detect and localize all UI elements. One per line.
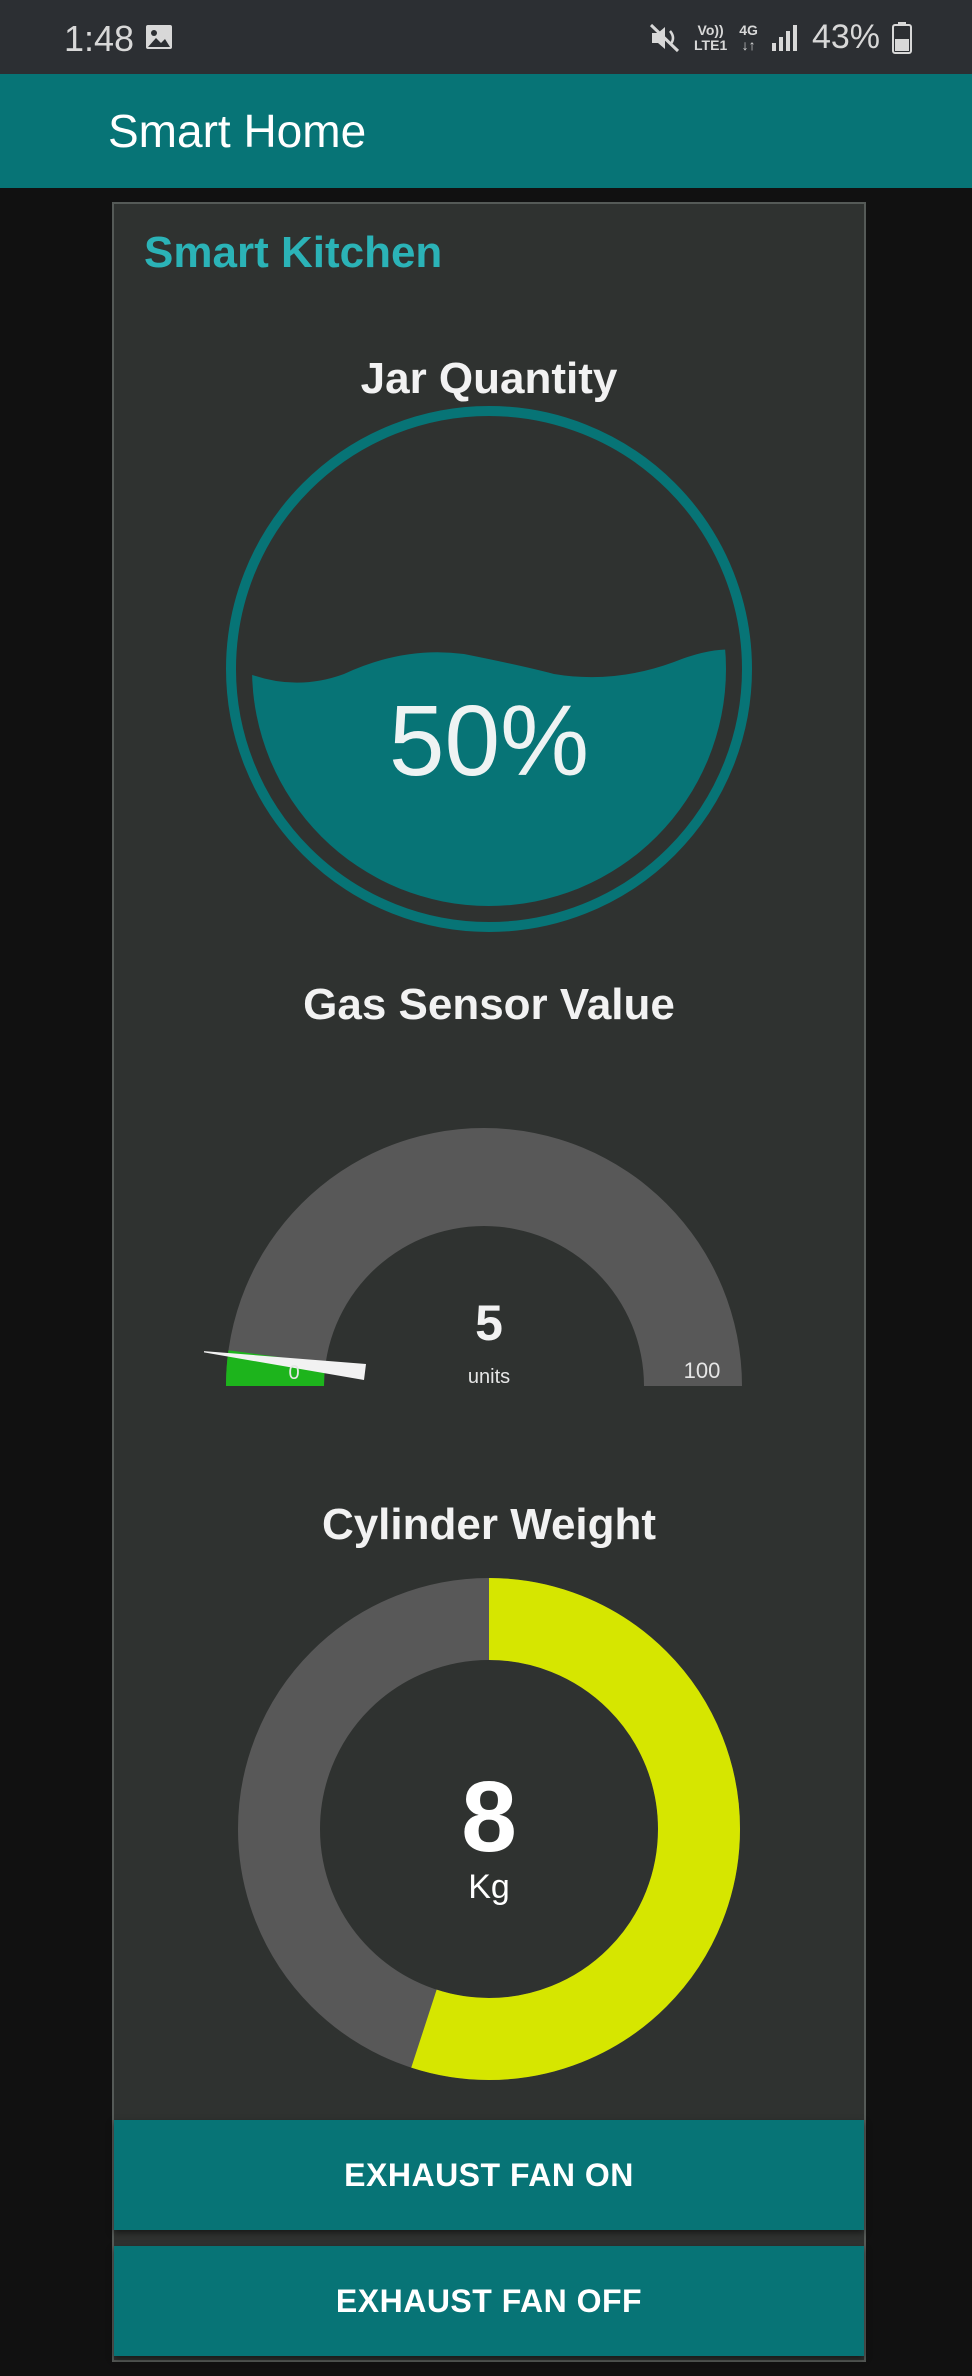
battery-icon (892, 21, 912, 54)
status-time: 1:48 (64, 18, 135, 59)
status-bar: 1:48 Vo)) LTE1 4G ↓↑ 43% (0, 0, 972, 74)
jar-value: 50% (388, 685, 590, 797)
mute-icon (650, 23, 680, 52)
app-bar: Smart Home (0, 74, 972, 188)
image-icon (146, 25, 172, 49)
jar-quantity-title: Jar Quantity (360, 354, 618, 403)
card-title: Smart Kitchen (144, 228, 443, 277)
app-title: Smart Home (108, 105, 367, 157)
exhaust-fan-on-button[interactable]: EXHAUST FAN ON (114, 2120, 864, 2230)
battery-percent: 43% (811, 18, 880, 56)
volte-indicator: Vo)) LTE1 (694, 21, 728, 53)
gas-sensor-title: Gas Sensor Value (303, 980, 675, 1029)
exhaust-fan-off-button[interactable]: EXHAUST FAN OFF (114, 2246, 864, 2356)
gas-sensor-value: 5 (475, 1295, 503, 1351)
cylinder-weight-value: 8 (461, 1761, 517, 1873)
network-indicator: 4G ↓↑ (739, 21, 758, 53)
cylinder-weight-unit: Kg (468, 1868, 510, 1906)
gas-sensor-units: units (467, 1366, 511, 1388)
gauge-min-label: 0 (288, 1362, 300, 1384)
status-icons: Vo)) LTE1 4G ↓↑ 43% (648, 18, 912, 57)
signal-icon (771, 24, 797, 51)
cylinder-weight-title: Cylinder Weight (321, 1500, 657, 1549)
jar-level-gauge (226, 406, 752, 932)
gauge-max-label: 100 (683, 1358, 721, 1383)
smart-kitchen-card: Smart Kitchen Jar Quantity 50% Gas Senso… (112, 202, 866, 2362)
